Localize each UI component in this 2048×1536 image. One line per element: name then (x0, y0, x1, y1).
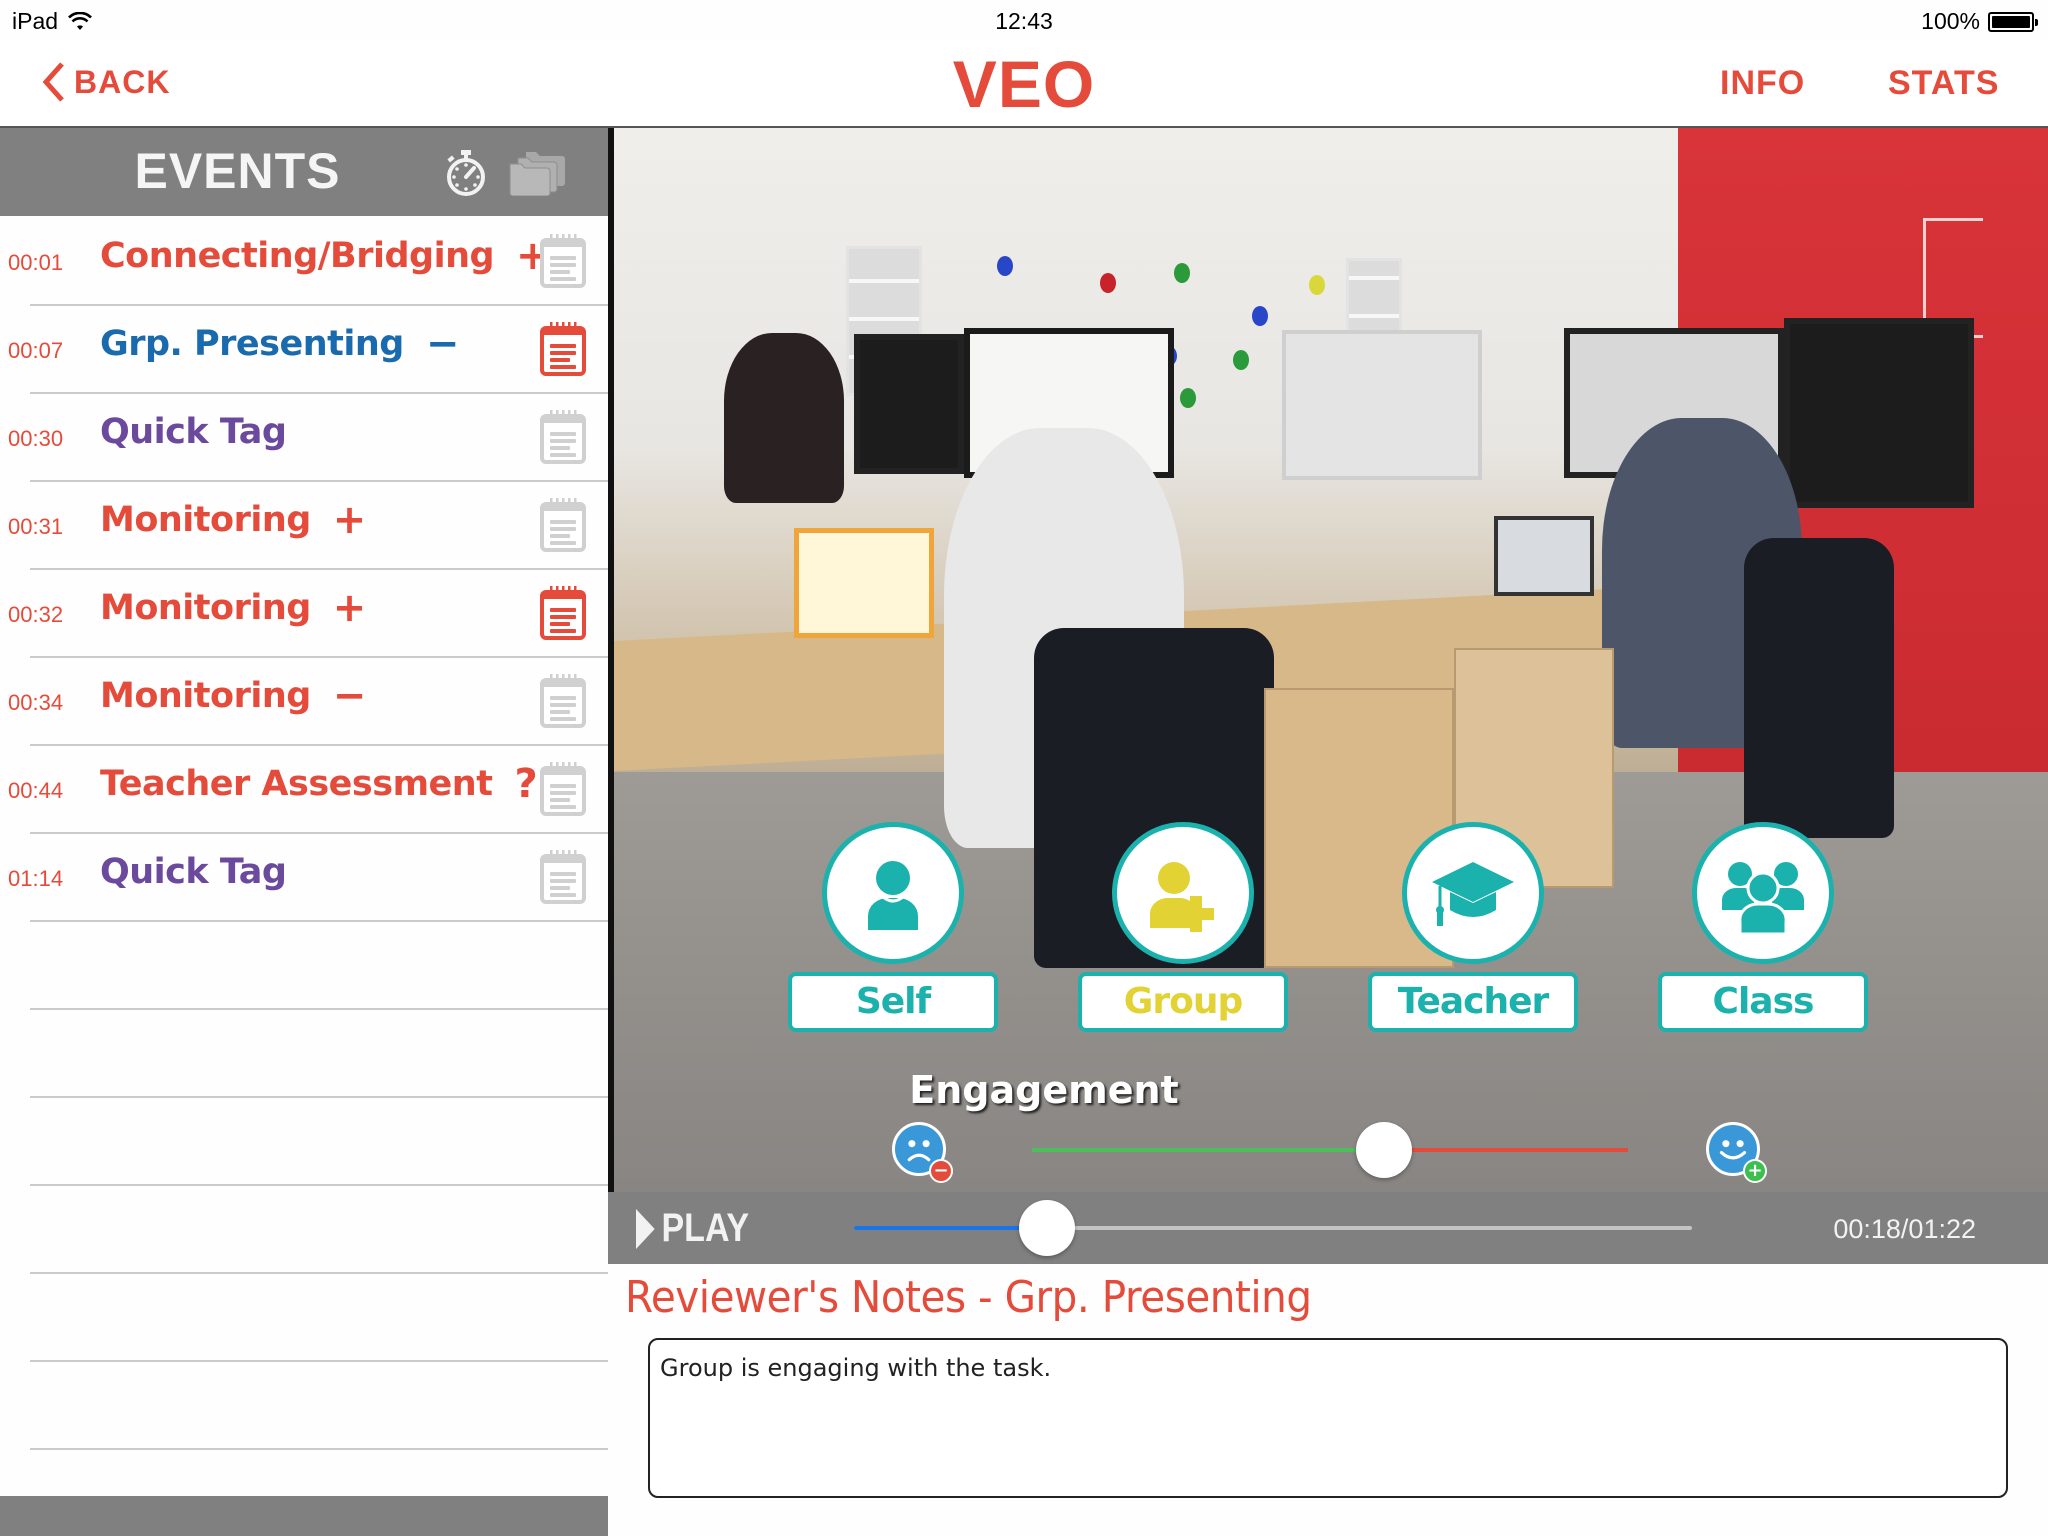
event-time: 00:30 (8, 426, 64, 451)
event-label-wrap: Connecting/Bridging + (100, 236, 550, 276)
event-label-wrap: Teacher Assessment ? (100, 761, 538, 807)
video-player[interactable] (614, 128, 2048, 1192)
engagement-title: Engagement (909, 1068, 1179, 1112)
plus-badge-icon: + (1743, 1159, 1767, 1183)
role-label: Teacher (1368, 972, 1578, 1032)
event-mark: ? (514, 761, 538, 807)
battery-percent: 100% (1921, 8, 1980, 34)
event-label-wrap: Grp. Presenting − (100, 324, 459, 364)
engagement-slider[interactable] (1032, 1122, 1628, 1178)
role-label: Class (1658, 972, 1868, 1032)
event-label: Grp. Presenting (100, 324, 404, 364)
engagement-slider-thumb[interactable] (1355, 1122, 1412, 1178)
status-bar: iPad 12:43 100% (0, 0, 2048, 40)
person-icon (822, 822, 964, 964)
play-label: PLAY (661, 1206, 750, 1250)
event-row[interactable]: 00:34 Monitoring − (0, 656, 608, 746)
graduation-cap-icon (1402, 822, 1544, 964)
video-progress-slider[interactable] (854, 1200, 1692, 1256)
event-time: 00:31 (8, 514, 64, 539)
event-mark: + (332, 585, 367, 631)
events-sidebar: EVENTS 00:01 Connecting/Bridging + 00:07… (0, 128, 608, 1536)
event-time: 00:44 (8, 778, 64, 803)
event-label: Monitoring (100, 500, 311, 540)
folders-icon[interactable] (508, 150, 566, 196)
stopwatch-icon[interactable] (444, 148, 488, 198)
event-list: 00:01 Connecting/Bridging + 00:07 Grp. P… (0, 216, 608, 922)
event-label: Quick Tag (100, 412, 287, 452)
progress-played (854, 1226, 1047, 1230)
minus-badge-icon: − (929, 1159, 953, 1183)
event-row[interactable]: 00:32 Monitoring + (0, 568, 608, 658)
play-button[interactable]: PLAY (636, 1206, 749, 1251)
event-time: 00:34 (8, 690, 64, 715)
notes-title: Reviewer's Notes - Grp. Presenting (625, 1272, 1312, 1323)
role-label: Group (1078, 972, 1288, 1032)
engagement-track-high (1383, 1148, 1628, 1152)
event-label: Monitoring (100, 588, 311, 628)
people-group-icon (1692, 822, 1834, 964)
event-label-wrap: Monitoring + (100, 500, 366, 540)
role-button-class[interactable]: Class (1658, 822, 1868, 1032)
event-row[interactable]: 00:44 Teacher Assessment ? (0, 744, 608, 834)
note-filled-icon[interactable] (538, 320, 588, 378)
note-empty-icon[interactable] (538, 496, 588, 554)
progress-thumb[interactable] (1018, 1200, 1075, 1256)
note-empty-icon[interactable] (538, 760, 588, 818)
event-row[interactable]: 00:31 Monitoring + (0, 480, 608, 570)
note-empty-icon[interactable] (538, 232, 588, 290)
timecode: 00:18/01:22 (1833, 1214, 1976, 1244)
event-label-wrap: Quick Tag (100, 852, 308, 892)
role-button-self[interactable]: Self (788, 822, 998, 1032)
sad-face-minus-icon[interactable]: − (892, 1122, 953, 1183)
stats-button[interactable]: STATS (1888, 64, 1999, 103)
player-controls: PLAY 00:18/01:22 (608, 1192, 2048, 1264)
event-time: 01:14 (8, 866, 64, 891)
event-label-wrap: Monitoring − (100, 676, 366, 716)
event-row[interactable]: 00:30 Quick Tag (0, 392, 608, 482)
event-mark: + (332, 497, 367, 543)
happy-face-plus-icon[interactable]: + (1706, 1122, 1767, 1183)
note-empty-icon[interactable] (538, 408, 588, 466)
event-row[interactable]: 00:07 Grp. Presenting − (0, 304, 608, 394)
reviewer-notes-input[interactable]: Group is engaging with the task. (648, 1338, 2008, 1498)
role-label: Self (788, 972, 998, 1032)
empty-row (0, 1272, 608, 1362)
event-label-wrap: Monitoring + (100, 588, 366, 628)
events-header: EVENTS (0, 128, 608, 216)
event-time: 00:07 (8, 338, 64, 363)
empty-row (0, 1360, 608, 1450)
note-empty-icon[interactable] (538, 848, 588, 906)
clock: 12:43 (995, 8, 1053, 34)
navigation-bar: BACK VEO INFO STATS (0, 40, 2048, 128)
event-label: Teacher Assessment (100, 764, 493, 804)
event-time: 00:32 (8, 602, 64, 627)
add-person-icon (1112, 822, 1254, 964)
event-row[interactable]: 01:14 Quick Tag (0, 832, 608, 922)
event-label: Monitoring (100, 676, 311, 716)
event-mark: − (332, 673, 367, 719)
engagement-track-low (1032, 1148, 1384, 1152)
role-button-group[interactable]: Group (1078, 822, 1288, 1032)
empty-row (0, 920, 608, 1010)
info-button[interactable]: INFO (1720, 64, 1805, 103)
event-label: Quick Tag (100, 852, 287, 892)
event-row[interactable]: 00:01 Connecting/Bridging + (0, 216, 608, 306)
note-empty-icon[interactable] (538, 672, 588, 730)
note-filled-icon[interactable] (538, 584, 588, 642)
event-time: 00:01 (8, 250, 64, 275)
sidebar-footer (0, 1496, 608, 1536)
event-mark: − (425, 321, 460, 367)
role-button-teacher[interactable]: Teacher (1368, 822, 1578, 1032)
empty-row (0, 1184, 608, 1274)
event-label: Connecting/Bridging (100, 236, 495, 276)
events-title: EVENTS (134, 143, 341, 199)
event-label-wrap: Quick Tag (100, 412, 308, 452)
battery-icon (1988, 11, 2038, 32)
play-icon (636, 1208, 655, 1249)
